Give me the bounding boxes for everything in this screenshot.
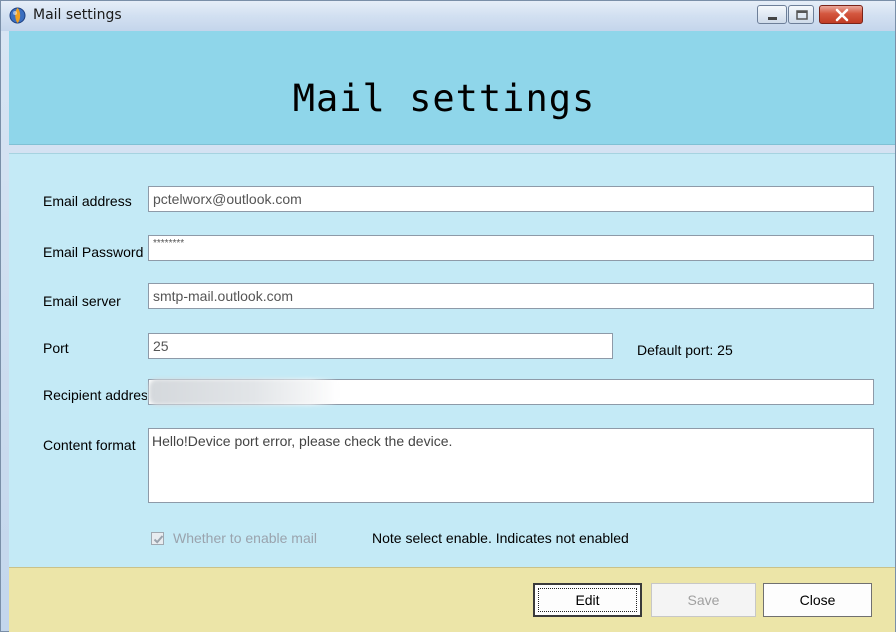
redacted-blur bbox=[149, 379, 339, 405]
email-address-input[interactable] bbox=[148, 186, 874, 212]
recipient-address-label: Recipient address bbox=[43, 387, 147, 403]
note-text: Note select enable. Indicates not enable… bbox=[372, 530, 629, 546]
enable-mail-label: Whether to enable mail bbox=[173, 530, 317, 546]
save-button[interactable]: Save bbox=[651, 583, 756, 617]
email-server-label: Email server bbox=[43, 293, 121, 309]
content-format-textarea[interactable]: Hello!Device port error, please check th… bbox=[148, 428, 874, 503]
enable-mail-checkbox[interactable] bbox=[151, 532, 164, 545]
page-title: Mail settings bbox=[292, 77, 596, 120]
maximize-button[interactable] bbox=[788, 5, 814, 24]
edit-button[interactable]: Edit bbox=[533, 583, 642, 617]
email-server-input[interactable] bbox=[148, 283, 874, 309]
email-password-label: Email Password bbox=[43, 244, 144, 260]
settings-panel bbox=[9, 153, 895, 567]
close-button-label: Close bbox=[799, 592, 836, 608]
window-title: Mail settings bbox=[33, 7, 122, 23]
email-password-input[interactable] bbox=[148, 235, 874, 261]
port-input[interactable] bbox=[148, 333, 613, 359]
default-port-text: Default port: 25 bbox=[637, 342, 733, 358]
app-globe-icon bbox=[9, 7, 26, 24]
checkmark-icon bbox=[153, 535, 164, 544]
save-button-label: Save bbox=[687, 592, 720, 608]
port-label: Port bbox=[43, 340, 69, 356]
title-bar[interactable]: Mail settings bbox=[1, 1, 895, 31]
close-icon bbox=[835, 8, 849, 22]
focus-rectangle bbox=[538, 588, 637, 612]
close-window-button[interactable] bbox=[819, 5, 863, 24]
minimize-icon bbox=[768, 17, 777, 20]
maximize-icon bbox=[796, 10, 808, 20]
mail-settings-window: Mail settings Mail settings Email addres… bbox=[0, 0, 896, 632]
email-address-label: Email address bbox=[43, 193, 132, 209]
close-button[interactable]: Close bbox=[763, 583, 872, 617]
content-format-label: Content format bbox=[43, 437, 136, 453]
minimize-button[interactable] bbox=[757, 5, 787, 24]
